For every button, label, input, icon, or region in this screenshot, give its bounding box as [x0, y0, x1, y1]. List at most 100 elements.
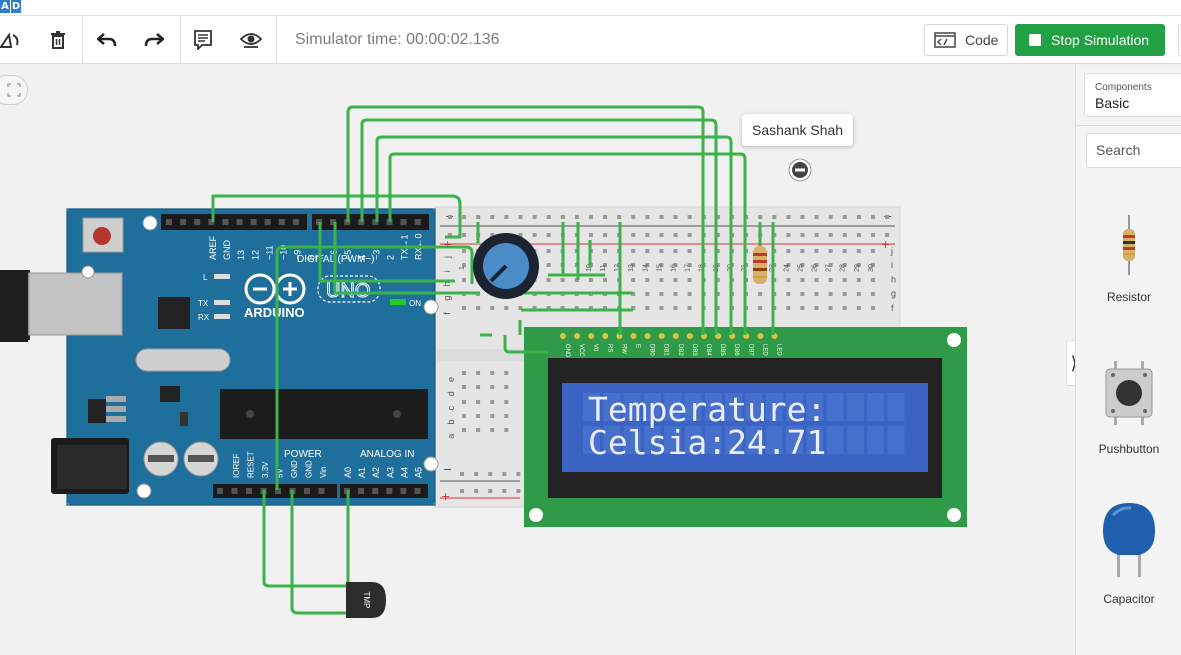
- rotate-button[interactable]: [0, 24, 26, 56]
- arduino-model-label: UNO: [326, 280, 370, 302]
- header-socket: [217, 488, 223, 494]
- rail-hole: [758, 215, 763, 219]
- breadboard-hole: [504, 371, 509, 375]
- lcd-cell: [867, 393, 885, 421]
- header-socket: [386, 488, 393, 494]
- breadboard-hole: [462, 371, 466, 375]
- components-dropdown[interactable]: Components Basic: [1084, 73, 1181, 117]
- component-capacitor[interactable]: Capacitor: [1076, 501, 1181, 606]
- tx-led-label: TX: [198, 299, 209, 308]
- power-pin-label: GND: [290, 460, 299, 478]
- rail-hole: [885, 215, 890, 219]
- breadboard-hole: [490, 371, 495, 375]
- resistor[interactable]: [753, 246, 767, 284]
- breadboard-hole: [856, 249, 861, 253]
- breadboard-hole: [476, 371, 481, 375]
- circuit-canvas: − + − + − + 1234101112131415161718192021…: [0, 105, 967, 618]
- lcd-pin-label: E: [635, 344, 641, 348]
- breadboard-hole: [560, 278, 565, 282]
- breadboard-column-number: 13: [628, 264, 635, 272]
- code-icon: [934, 32, 956, 48]
- svg-text:+: +: [881, 238, 890, 251]
- lcd-pin-label: DB2: [677, 344, 683, 356]
- lcd-pin: [630, 333, 637, 339]
- redo-icon: [144, 33, 164, 47]
- rail-hole: [476, 215, 481, 219]
- breadboard-hole: [800, 306, 805, 310]
- breadboard-hole: [828, 249, 833, 253]
- rail-hole: [560, 215, 565, 219]
- header-socket: [250, 219, 257, 225]
- header-socket: [236, 219, 243, 225]
- power-pin-label: 3.3V: [261, 461, 270, 478]
- breadboard-hole: [462, 278, 466, 282]
- header-socket: [278, 219, 285, 225]
- notes-button[interactable]: [187, 24, 219, 56]
- component-resistor[interactable]: Resistor: [1076, 215, 1181, 304]
- breadboard-row-letter: d: [446, 391, 456, 396]
- breadboard-row-letter: j: [890, 246, 893, 256]
- rail-hole: [574, 215, 579, 219]
- remove-user-icon[interactable]: [788, 158, 812, 182]
- lcd-pin: [602, 333, 609, 339]
- potentiometer[interactable]: [473, 233, 539, 299]
- breadboard-hole: [814, 292, 819, 296]
- lcd-pin-label: DB0: [649, 344, 655, 356]
- components-dropdown-value: Basic: [1095, 95, 1130, 111]
- analog-pin-label: A1: [357, 467, 367, 478]
- workspace-canvas[interactable]: − + − + − + 1234101112131415161718192021…: [0, 65, 1075, 655]
- undo-button[interactable]: [91, 24, 123, 56]
- breadboard-hole: [673, 306, 678, 310]
- breadboard-hole: [476, 428, 481, 432]
- rail-hole: [659, 233, 664, 237]
- breadboard-column-number: 26: [812, 264, 819, 272]
- breadboard-hole: [856, 278, 861, 282]
- breadboard-column-number: 11: [600, 264, 607, 271]
- code-button[interactable]: Code: [924, 24, 1008, 56]
- rail-hole: [462, 233, 467, 237]
- visibility-button[interactable]: [235, 24, 267, 56]
- on-led-label: ON: [409, 299, 421, 308]
- lcd-pin-label: DB1: [663, 344, 669, 356]
- breadboard-hole: [673, 249, 678, 253]
- header-socket: [180, 219, 187, 225]
- breadboard-row-letter: i: [442, 270, 452, 272]
- app-root: A D Simulator time: 00:00:02.136 Code St…: [0, 0, 1181, 655]
- breadboard-column-number: 24: [783, 264, 790, 272]
- digital-pin-label: 12: [250, 250, 260, 260]
- delete-button[interactable]: [42, 24, 74, 56]
- rail-hole: [856, 215, 861, 219]
- breadboard-hole: [504, 385, 509, 389]
- breadboard-hole: [603, 278, 607, 282]
- redo-button[interactable]: [138, 24, 170, 56]
- lcd-pin-label: DB3: [691, 344, 697, 356]
- power-pin-label: Vin: [319, 467, 328, 478]
- logo-letter-a: A: [0, 0, 10, 13]
- rail-hole: [532, 233, 537, 237]
- digital-pin-label: ~9: [293, 250, 303, 260]
- tmp-sensor[interactable]: TMP: [346, 582, 386, 618]
- rail-hole: [828, 215, 833, 219]
- breadboard-hole: [645, 278, 650, 282]
- arduino-uno[interactable]: ARDUINO UNO DIGITAL (PWM~) POWER ANALOG …: [0, 208, 439, 506]
- breadboard-hole: [870, 278, 875, 282]
- stop-simulation-button[interactable]: Stop Simulation: [1015, 24, 1165, 56]
- breadboard-column-number: 25: [797, 264, 804, 272]
- breadboard-hole: [786, 306, 791, 310]
- component-pushbutton[interactable]: Pushbutton: [1076, 361, 1181, 456]
- breadboard-hole: [687, 249, 692, 253]
- rail-hole: [603, 215, 608, 219]
- delete-icon: [51, 31, 65, 49]
- rail-hole: [842, 215, 847, 219]
- lcd-pin-label: VCC: [578, 344, 584, 357]
- breadboard-hole: [631, 278, 636, 282]
- component-search-input[interactable]: Search: [1086, 133, 1181, 168]
- breadboard-hole: [828, 306, 833, 310]
- lcd-pin: [672, 333, 679, 339]
- app-logo[interactable]: A D: [0, 0, 21, 13]
- breadboard-hole: [786, 278, 791, 282]
- header-socket: [318, 488, 325, 494]
- lcd-16x2[interactable]: Temperature: Celsia:24.71 GND VCC V0 RS RW E D…: [524, 327, 967, 527]
- toolbar-divider: [82, 16, 83, 64]
- lcd-line-2: Celsia:24.71: [588, 423, 826, 462]
